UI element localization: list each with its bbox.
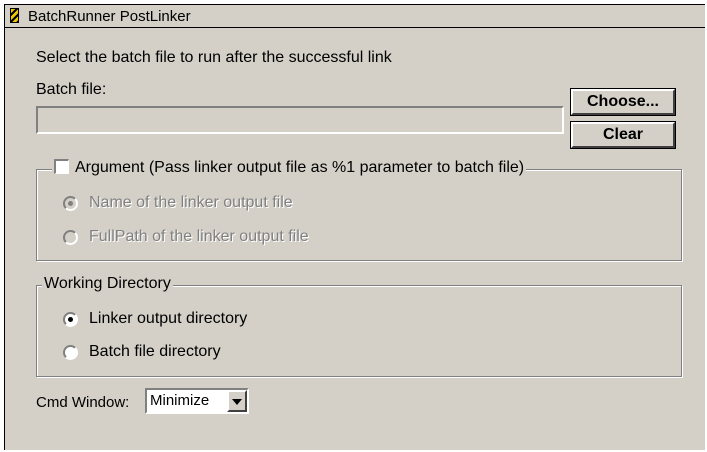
chevron-down-icon[interactable] bbox=[227, 390, 247, 412]
working-directory-legend: Working Directory bbox=[42, 275, 173, 293]
radio-batch-file-directory[interactable] bbox=[63, 345, 78, 360]
argument-checkbox-label: Argument (Pass linker output file as %1 … bbox=[75, 159, 525, 176]
clear-button[interactable]: Clear bbox=[570, 121, 676, 149]
argument-checkbox[interactable] bbox=[54, 159, 69, 174]
cmd-window-selected-value: Minimize bbox=[150, 392, 210, 409]
title-bar: BatchRunner PostLinker bbox=[5, 5, 705, 28]
radio-linker-output-directory-label: Linker output directory bbox=[89, 310, 248, 327]
instructions-text: Select the batch file to run after the s… bbox=[36, 49, 392, 66]
argument-group bbox=[36, 169, 682, 261]
cmd-window-select[interactable]: Minimize bbox=[145, 388, 249, 414]
cmd-window-label: Cmd Window: bbox=[36, 394, 130, 411]
radio-selected-dot bbox=[68, 317, 73, 322]
radio-fullpath-of-output-label: FullPath of the linker output file bbox=[89, 228, 309, 245]
radio-selected-dot bbox=[68, 201, 73, 206]
app-icon bbox=[10, 8, 19, 23]
dialog-window: BatchRunner PostLinker Select the batch … bbox=[4, 4, 705, 450]
radio-linker-output-directory[interactable] bbox=[63, 312, 78, 327]
radio-name-of-output-label: Name of the linker output file bbox=[89, 194, 293, 211]
choose-button[interactable]: Choose... bbox=[570, 88, 676, 116]
batch-file-input[interactable] bbox=[36, 106, 564, 134]
working-directory-group bbox=[36, 285, 682, 377]
argument-checkbox-row[interactable]: Argument (Pass linker output file as %1 … bbox=[52, 159, 527, 177]
radio-fullpath-of-output[interactable] bbox=[63, 230, 78, 245]
radio-name-of-output[interactable] bbox=[63, 196, 78, 211]
radio-batch-file-directory-label: Batch file directory bbox=[89, 343, 221, 360]
batch-file-label: Batch file: bbox=[36, 81, 107, 98]
window-title: BatchRunner PostLinker bbox=[28, 8, 191, 25]
